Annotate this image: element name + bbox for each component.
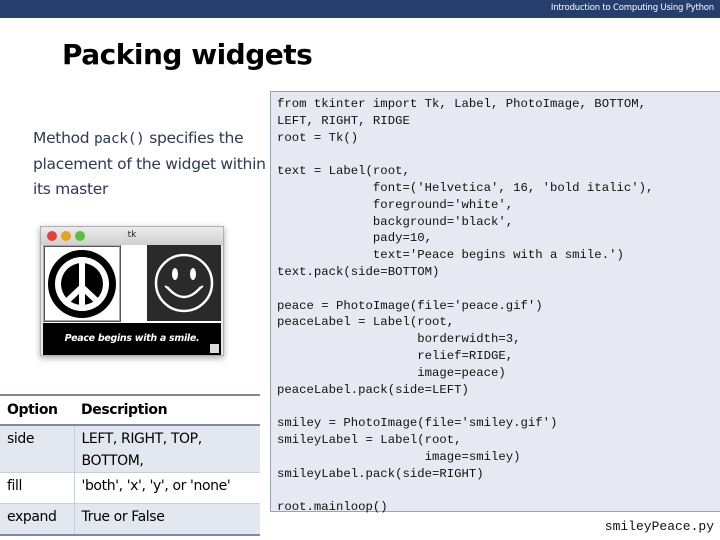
code-line: root.mainloop() xyxy=(277,500,388,515)
tk-window-body: Peace begins with a smile. xyxy=(43,245,221,355)
code-line: smiley = PhotoImage(file='smiley.gif') xyxy=(277,416,558,431)
code-line: text='Peace begins with a smile.') xyxy=(277,248,624,263)
pack-options-table: Option Description side LEFT, RIGHT, TOP… xyxy=(0,394,260,536)
option-cell: expand xyxy=(0,503,75,535)
option-cell: side xyxy=(0,425,75,473)
code-line: peaceLabel.pack(side=LEFT) xyxy=(277,382,469,397)
code-line: smileyLabel = Label(root, xyxy=(277,432,462,447)
code-line: LEFT, RIGHT, RIDGE xyxy=(277,113,410,128)
code-line: from tkinter import Tk, Label, PhotoImag… xyxy=(277,97,646,111)
tk-window-title: tk xyxy=(127,230,137,240)
tk-window-screenshot: tk Peace begins with a smile. xyxy=(40,226,224,356)
code-line: text.pack(side=BOTTOM) xyxy=(277,264,440,279)
slide-description: Method pack() specifies the placement of… xyxy=(33,126,268,202)
code-line: peace = PhotoImage(file='peace.gif') xyxy=(277,298,543,313)
header-option: Option xyxy=(7,402,58,418)
table-row: side LEFT, RIGHT, TOP, BOTTOM, xyxy=(0,425,260,473)
table-row: fill 'both', 'x', 'y', or 'none' xyxy=(0,472,260,504)
code-line: image=peace) xyxy=(277,365,506,380)
smiley-label xyxy=(147,245,221,321)
tk-text-label: Peace begins with a smile. xyxy=(43,323,221,355)
code-text: from tkinter import Tk, Label, PhotoImag… xyxy=(277,96,653,516)
table-header-row: Option Description xyxy=(0,395,260,425)
source-filename: smileyPeace.py xyxy=(604,519,714,534)
peace-label xyxy=(43,245,121,322)
table-row: expand True or False xyxy=(0,503,260,535)
description-cell: LEFT, RIGHT, TOP, BOTTOM, xyxy=(81,431,203,469)
code-line: font=('Helvetica', 16, 'bold italic'), xyxy=(277,180,654,195)
description-prefix: Method xyxy=(33,129,94,147)
code-line: pady=10, xyxy=(277,231,432,246)
code-line: foreground='white', xyxy=(277,197,514,212)
header-bar: Introduction to Computing Using Python xyxy=(0,0,720,18)
smiley-face-icon xyxy=(154,253,214,313)
header-description: Description xyxy=(81,402,168,418)
resize-grip-icon[interactable] xyxy=(210,344,219,353)
code-line: peaceLabel = Label(root, xyxy=(277,315,455,330)
code-line: relief=RIDGE, xyxy=(277,348,514,363)
code-line: image=smiley) xyxy=(277,449,521,464)
code-line: smileyLabel.pack(side=RIGHT) xyxy=(277,466,484,481)
peace-sign-icon xyxy=(48,250,116,318)
code-line: text = Label(root, xyxy=(277,164,410,179)
option-cell: fill xyxy=(0,472,75,504)
description-cell: 'both', 'x', 'y', or 'none' xyxy=(81,478,231,494)
code-line: background='black', xyxy=(277,214,514,229)
description-code: pack() xyxy=(93,131,145,147)
code-line: borderwidth=3, xyxy=(277,332,521,347)
code-listing: from tkinter import Tk, Label, PhotoImag… xyxy=(270,91,720,514)
slide-title: Packing widgets xyxy=(62,38,313,71)
code-line: root = Tk() xyxy=(277,130,359,145)
tk-titlebar: tk xyxy=(41,227,223,245)
description-cell: True or False xyxy=(81,509,165,525)
course-title: Introduction to Computing Using Python xyxy=(550,3,714,13)
